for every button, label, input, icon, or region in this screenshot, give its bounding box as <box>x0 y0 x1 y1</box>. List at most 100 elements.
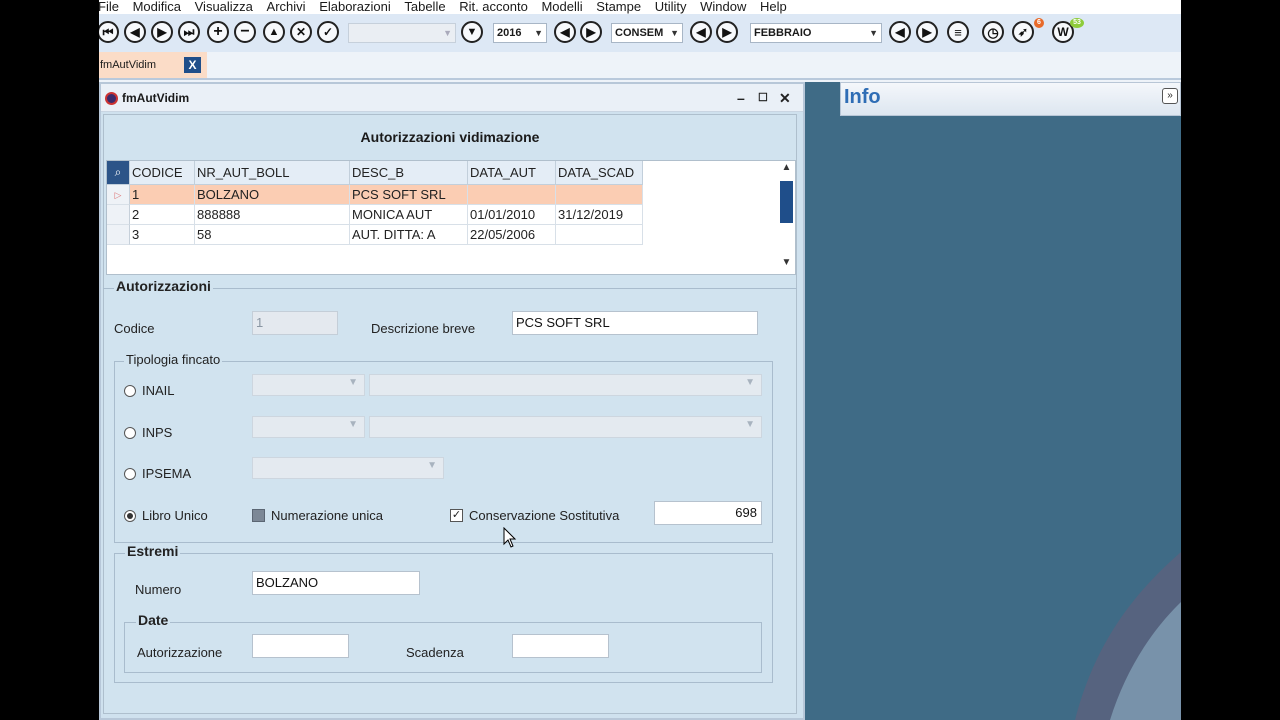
codice-field[interactable]: 1 <box>252 311 338 335</box>
table-cell[interactable]: AUT. DITTA: A <box>350 225 468 245</box>
col-header-desc-b[interactable]: DESC_B <box>350 161 468 185</box>
last-record-icon[interactable]: ⏭ <box>178 21 200 43</box>
clock-icon[interactable]: ◷ <box>982 21 1004 43</box>
month-next-icon[interactable]: ▶ <box>916 21 938 43</box>
menu-help[interactable]: Help <box>760 0 787 13</box>
chevron-down-icon: ▼ <box>745 419 755 430</box>
table-cell[interactable]: 31/12/2019 <box>556 205 643 225</box>
scroll-up-icon[interactable]: ▲ <box>778 162 795 173</box>
table-cell[interactable]: 2 <box>130 205 195 225</box>
type-select[interactable]: CONSEM ▼ <box>611 23 683 43</box>
table-cell[interactable]: 3 <box>130 225 195 245</box>
numero-field[interactable]: BOLZANO <box>252 571 420 595</box>
toolbar: ⏮ ◀ ▶ ⏭ + − ▲ ✕ ✓ ▼ ▼ 2016 ▼ ◀ ▶ CONSEM ▼ … <box>99 14 1181 52</box>
menu-modelli[interactable]: Modelli <box>541 0 582 13</box>
table-cell[interactable]: 58 <box>195 225 350 245</box>
numerazione-unica-checkbox[interactable] <box>252 509 265 522</box>
menu-stampe[interactable]: Stampe <box>596 0 641 13</box>
document-tab-strip: fmAutVidim X <box>99 52 1181 80</box>
col-header-data-scad[interactable]: DATA_SCAD <box>556 161 643 185</box>
edit-icon[interactable]: ▲ <box>263 21 285 43</box>
scadenza-date-field[interactable] <box>512 634 609 658</box>
inail-desc-select: ▼ <box>369 374 762 396</box>
window-title: fmAutVidim <box>122 91 190 105</box>
table-cell[interactable] <box>556 185 643 205</box>
records-grid[interactable]: ⌕ CODICE NR_AUT_BOLL DESC_B DATA_AUT DAT… <box>106 160 796 275</box>
row-indicator-icon: ▷ <box>107 185 130 205</box>
radio-inail[interactable] <box>124 385 136 397</box>
year-select[interactable]: 2016 ▼ <box>493 23 547 43</box>
type-next-icon[interactable]: ▶ <box>716 21 738 43</box>
year-prev-icon[interactable]: ◀ <box>554 21 576 43</box>
menu-rit-acconto[interactable]: Rit. acconto <box>459 0 528 13</box>
table-cell[interactable]: 01/01/2010 <box>468 205 556 225</box>
month-prev-icon[interactable]: ◀ <box>889 21 911 43</box>
child-title-bar: fmAutVidim – ☐ ✕ <box>101 84 803 112</box>
previous-record-icon[interactable]: ◀ <box>124 21 146 43</box>
disabled-combo: ▼ <box>348 23 456 43</box>
tab-fmautvidim[interactable]: fmAutVidim X <box>99 52 207 78</box>
menu-utility[interactable]: Utility <box>655 0 687 13</box>
conservazione-value-field[interactable]: 698 <box>654 501 762 525</box>
col-header-data-aut[interactable]: DATA_AUT <box>468 161 556 185</box>
type-prev-icon[interactable]: ◀ <box>690 21 712 43</box>
menu-tabelle[interactable]: Tabelle <box>404 0 445 13</box>
form-area: Autorizzazioni vidimazione ⌕ CODICE NR_A… <box>103 114 797 714</box>
conservazione-sostitutiva-checkbox[interactable]: ✓ <box>450 509 463 522</box>
menu-visualizza[interactable]: Visualizza <box>195 0 253 13</box>
col-header-nr-aut-boll[interactable]: NR_AUT_BOLL <box>195 161 350 185</box>
minimize-icon[interactable]: – <box>737 84 745 112</box>
filter-icon[interactable]: ▼ <box>461 21 483 43</box>
tab-label: fmAutVidim <box>100 59 157 71</box>
inps-code-select: ▼ <box>252 416 365 438</box>
autorizzazione-date-field[interactable] <box>252 634 349 658</box>
grid-scrollbar[interactable]: ▲ ▼ <box>778 161 795 274</box>
menu-window[interactable]: Window <box>700 0 746 13</box>
table-cell[interactable]: BOLZANO <box>195 185 350 205</box>
table-cell[interactable]: PCS SOFT SRL <box>350 185 468 205</box>
rocket-icon[interactable]: ➶ <box>1012 21 1034 43</box>
inail-label: INAIL <box>142 383 175 398</box>
libro-unico-label: Libro Unico <box>142 508 208 523</box>
menu-modifica[interactable]: Modifica <box>133 0 181 13</box>
radio-libro-unico[interactable] <box>124 510 136 522</box>
close-tab-icon[interactable]: X <box>184 57 201 73</box>
chevron-down-icon: ▼ <box>348 419 358 430</box>
scroll-thumb[interactable] <box>780 181 793 223</box>
list-icon[interactable]: ≡ <box>947 21 969 43</box>
numerazione-unica-label: Numerazione unica <box>271 508 384 523</box>
delete-icon[interactable]: − <box>234 21 256 43</box>
maximize-icon[interactable]: ☐ <box>758 84 768 112</box>
confirm-icon[interactable]: ✓ <box>317 21 339 43</box>
table-cell[interactable]: 888888 <box>195 205 350 225</box>
radio-ipsema[interactable] <box>124 468 136 480</box>
menu-file[interactable]: File <box>99 0 119 13</box>
table-cell[interactable] <box>556 225 643 245</box>
add-icon[interactable]: + <box>207 21 229 43</box>
menu-archivi[interactable]: Archivi <box>267 0 306 13</box>
chevron-down-icon: ▼ <box>869 28 878 38</box>
descrizione-breve-label: Descrizione breve <box>371 321 476 336</box>
table-cell[interactable]: MONICA AUT <box>350 205 468 225</box>
table-cell[interactable]: 1 <box>130 185 195 205</box>
menu-elaborazioni[interactable]: Elaborazioni <box>319 0 391 13</box>
chevron-down-icon: ▼ <box>427 460 437 471</box>
scroll-down-icon[interactable]: ▼ <box>778 257 795 268</box>
grid-search-icon[interactable]: ⌕ <box>107 161 130 185</box>
descrizione-breve-field[interactable]: PCS SOFT SRL <box>512 311 758 335</box>
close-icon[interactable]: ✕ <box>779 84 791 112</box>
next-record-icon[interactable]: ▶ <box>151 21 173 43</box>
radio-inps[interactable] <box>124 427 136 439</box>
group-title-estremi: Estremi <box>125 543 181 559</box>
first-record-icon[interactable]: ⏮ <box>99 21 119 43</box>
table-cell[interactable]: 22/05/2006 <box>468 225 556 245</box>
row-indicator <box>107 205 130 225</box>
inps-desc-select: ▼ <box>369 416 762 438</box>
year-next-icon[interactable]: ▶ <box>580 21 602 43</box>
scadenza-label: Scadenza <box>406 645 464 660</box>
col-header-codice[interactable]: CODICE <box>130 161 195 185</box>
cancel-icon[interactable]: ✕ <box>290 21 312 43</box>
month-select[interactable]: FEBBRAIO ▼ <box>750 23 882 43</box>
table-cell[interactable] <box>468 185 556 205</box>
conservazione-sostitutiva-label: Conservazione Sostitutiva <box>469 508 620 523</box>
